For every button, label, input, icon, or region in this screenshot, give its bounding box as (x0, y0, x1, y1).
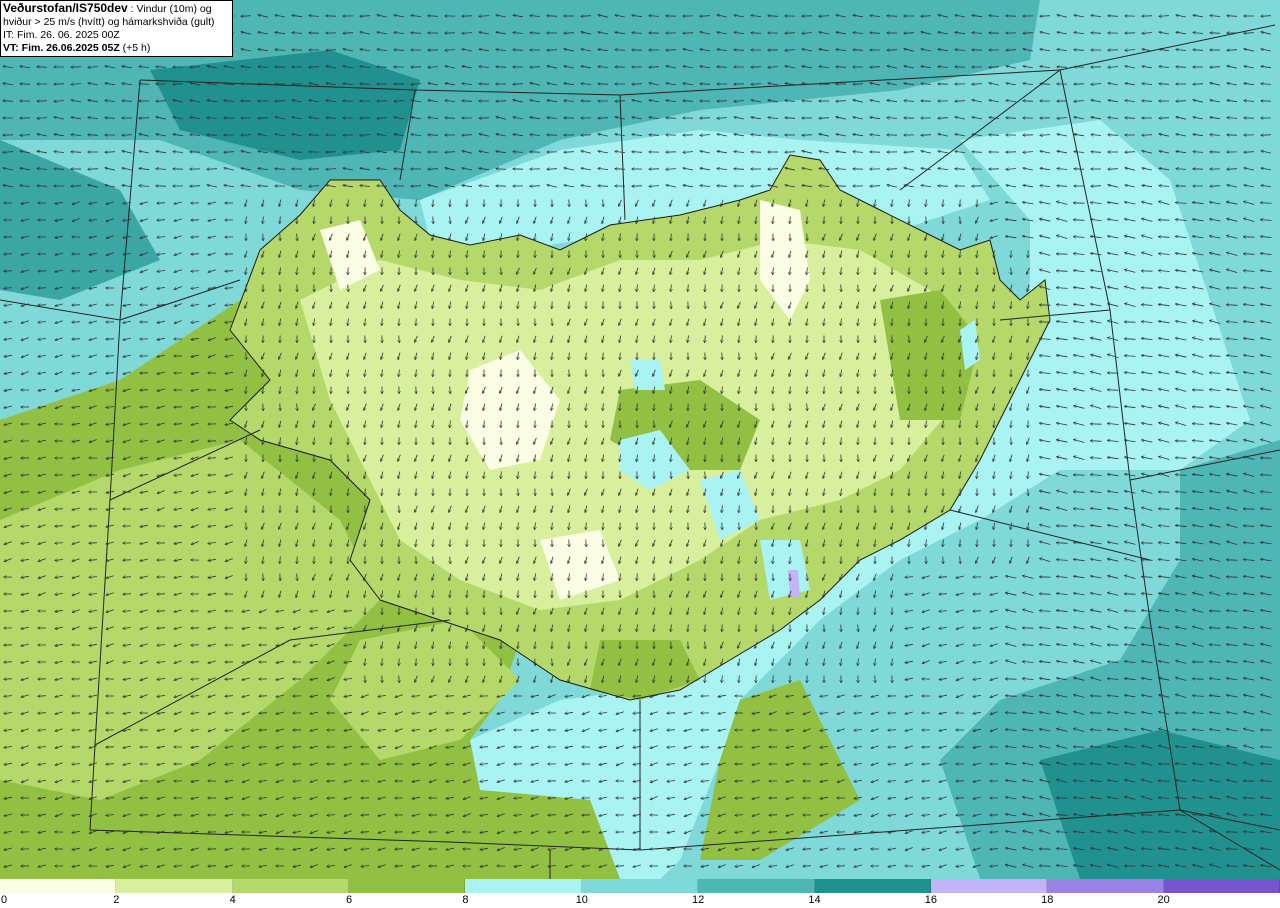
field-description-2: hviður > 25 m/s (hvítt) og hámarkshviða … (3, 16, 215, 28)
valid-time: VT: Fim. 26.06.2025 05Z (3, 42, 120, 54)
tick-label: 0 (1, 894, 8, 906)
lake-4 (630, 360, 665, 390)
colorbar-ticks: 0 2 4 6 8 10 12 14 16 18 20 (0, 893, 1280, 908)
tick-label: 4 (229, 894, 236, 906)
title-box: Veðurstofan/IS750dev : Vindur (10m) og h… (0, 0, 233, 57)
tick-label: 18 (1041, 894, 1054, 906)
colorbar-bin-6-8 (349, 879, 466, 893)
tick-label: 16 (924, 894, 938, 906)
colorbar-bin-4-6 (232, 879, 350, 893)
wind-speed-colorbar (0, 879, 1280, 893)
initial-time: IT: Fim. 26. 06. 2025 00Z (3, 29, 120, 41)
colorbar-bin-18-20 (1047, 879, 1164, 893)
colorbar-bin-20-22 (1163, 879, 1280, 893)
lead-time: (+5 h) (119, 42, 151, 54)
tick-label: 14 (808, 894, 821, 906)
tick-label: 10 (575, 894, 588, 906)
wind-map (0, 0, 1280, 879)
colorbar-bin-2-4 (116, 879, 233, 893)
tick-label: 2 (113, 894, 120, 906)
sea-strongest-southeast (1040, 730, 1280, 879)
tick-label: 12 (692, 894, 705, 906)
model-source: Veðurstofan/IS750dev (3, 1, 128, 15)
tick-label: 20 (1157, 894, 1170, 906)
tick-label: 6 (346, 894, 353, 906)
colorbar-bin-8-10 (465, 879, 582, 893)
tick-label: 8 (462, 894, 469, 906)
colorbar-bin-0-2 (0, 879, 117, 893)
colorbar-bin-16-18 (930, 879, 1048, 893)
colorbar-bin-14-16 (814, 879, 931, 893)
colorbar-bin-10-12 (581, 879, 699, 893)
field-description-1: : Vindur (10m) og (127, 3, 212, 15)
colorbar-bin-12-14 (698, 879, 815, 893)
